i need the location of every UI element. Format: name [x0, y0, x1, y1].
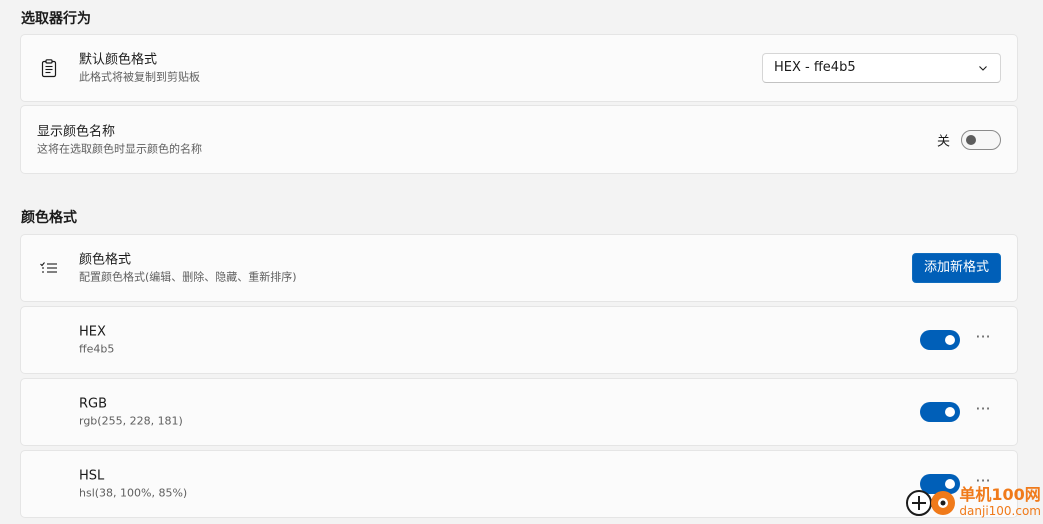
format-value: hsl(38, 100%, 85%) — [79, 486, 188, 500]
default-format-text: 默认颜色格式 此格式将被复制到剪贴板 — [79, 52, 200, 85]
show-color-name-subtitle: 这将在选取颜色时显示颜色的名称 — [37, 142, 202, 155]
show-color-name-title: 显示颜色名称 — [37, 124, 116, 139]
chevron-down-icon — [979, 66, 987, 71]
format-row-text: HSL hsl(38, 100%, 85%) — [79, 468, 187, 501]
default-format-subtitle: 此格式将被复制到剪贴板 — [79, 70, 200, 84]
format-row-hex: HEX ffe4b5 ··· — [20, 306, 1018, 374]
watermark-text: 单机100网 danji100.com — [959, 485, 1041, 519]
format-value: ffe4b5 — [79, 342, 115, 356]
format-row-rgb: RGB rgb(255, 228, 181) ··· — [20, 378, 1018, 446]
format-toggle-rgb[interactable] — [920, 402, 960, 422]
site-watermark: 单机100网 danji100.com — [905, 482, 1041, 522]
section-title-color-formats: 颜色格式 — [21, 210, 77, 226]
format-row-hsl: HSL hsl(38, 100%, 85%) ··· — [20, 450, 1018, 518]
format-name: RGB — [79, 396, 108, 412]
format-name: HEX — [79, 324, 106, 340]
watermark-brand: 单机100网 — [959, 485, 1041, 504]
default-format-selected: HEX - ffe4b5 — [774, 60, 856, 75]
color-formats-header-card: 颜色格式 配置颜色格式(编辑、删除、隐藏、重新排序) 添加新格式 — [20, 234, 1018, 302]
show-color-name-toggle[interactable] — [961, 129, 1001, 150]
more-options-rgb[interactable]: ··· — [971, 400, 995, 424]
format-row-text: RGB rgb(255, 228, 181) — [79, 396, 183, 429]
default-format-title: 默认颜色格式 — [79, 52, 158, 68]
watermark-url: danji100.com — [959, 504, 1041, 518]
add-format-button[interactable]: 添加新格式 — [911, 253, 1001, 283]
default-format-card: 默认颜色格式 此格式将被复制到剪贴板 HEX - ffe4b5 — [20, 34, 1018, 102]
clipboard-icon — [41, 59, 57, 78]
more-options-hex[interactable]: ··· — [971, 328, 995, 352]
default-format-dropdown[interactable]: HEX - ffe4b5 — [762, 53, 1001, 83]
toggle-knob — [945, 407, 955, 417]
format-row-text: HEX ffe4b5 — [79, 324, 114, 357]
checklist-icon — [40, 262, 57, 273]
format-value: rgb(255, 228, 181) — [79, 414, 183, 428]
color-formats-header-text: 颜色格式 配置颜色格式(编辑、删除、隐藏、重新排序) — [79, 252, 297, 285]
settings-page: 选取器行为 默认颜色格式 此格式将被复制到剪贴板 HEX - ffe4b5 显示… — [0, 0, 1043, 524]
toggle-knob — [966, 134, 976, 145]
watermark-logo-icon — [906, 490, 956, 516]
show-color-name-text: 显示颜色名称 这将在选取颜色时显示颜色的名称 — [37, 123, 202, 156]
color-formats-header-title: 颜色格式 — [79, 252, 132, 268]
color-formats-header-subtitle: 配置颜色格式(编辑、删除、隐藏、重新排序) — [79, 270, 297, 284]
section-title-picker-behavior: 选取器行为 — [21, 11, 91, 27]
show-color-name-state: 关 — [936, 134, 950, 149]
format-toggle-hex[interactable] — [920, 330, 960, 350]
format-name: HSL — [79, 468, 105, 484]
show-color-name-card: 显示颜色名称 这将在选取颜色时显示颜色的名称 关 — [20, 105, 1018, 174]
toggle-knob — [945, 335, 955, 345]
